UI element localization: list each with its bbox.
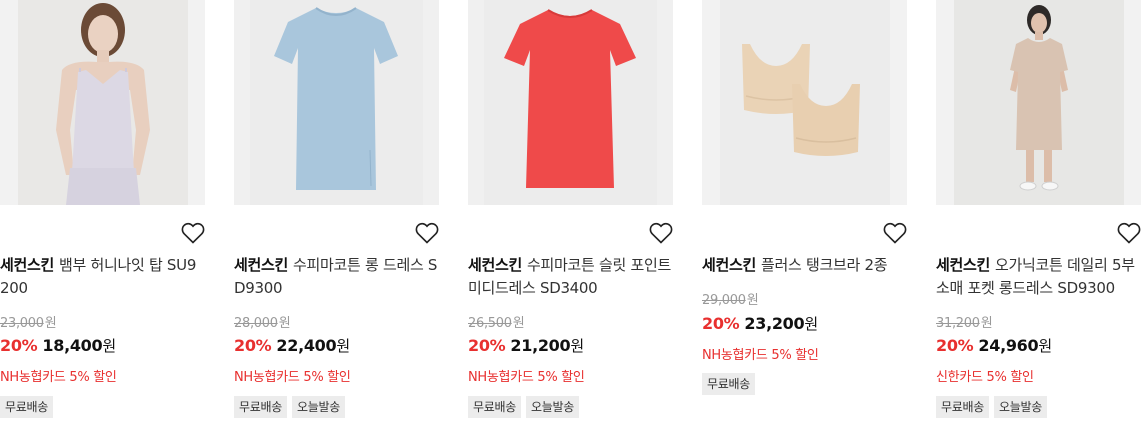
product-card[interactable]: 세컨스킨 오가닉코튼 데일리 5부소매 포켓 롱드레스 SD9300 31,200… <box>936 0 1141 427</box>
product-title[interactable]: 세컨스킨 수피마코튼 롱 드레스 SD9300 <box>234 254 439 300</box>
product-card[interactable]: 세컨스킨 수피마코튼 슬릿 포인트 미디드레스 SD3400 26,500원 20… <box>468 0 673 427</box>
product-image[interactable] <box>936 0 1141 205</box>
product-card[interactable]: 세컨스킨 플러스 탱크브라 2종 29,000원 20% 23,200원 NH농협카… <box>702 0 907 427</box>
discount-rate: 20% <box>936 336 974 355</box>
product-title[interactable]: 세컨스킨 수피마코튼 슬릿 포인트 미디드레스 SD3400 <box>468 254 673 300</box>
currency-unit: 원 <box>804 315 818 333</box>
product-title[interactable]: 세컨스킨 오가닉코튼 데일리 5부소매 포켓 롱드레스 SD9300 <box>936 254 1141 300</box>
free-shipping-badge: 무료배송 <box>702 373 755 395</box>
product-title[interactable]: 세컨스킨 뱀부 허니나잇 탑 SU9200 <box>0 254 205 300</box>
product-image[interactable] <box>702 0 907 205</box>
same-day-dispatch-badge: 오늘발송 <box>291 396 345 418</box>
original-price: 31,200원 <box>936 312 993 331</box>
free-shipping-badge: 무료배송 <box>936 396 989 418</box>
product-title[interactable]: 세컨스킨 플러스 탱크브라 2종 <box>702 254 907 277</box>
original-price-value: 23,000 <box>0 316 44 331</box>
badge-list: 무료배송 오늘발송 <box>234 396 345 418</box>
badge-list: 무료배송 <box>702 373 755 395</box>
product-card[interactable]: 세컨스킨 뱀부 허니나잇 탑 SU9200 23,000원 20% 18,400원 … <box>0 0 205 427</box>
sale-price-value: 18,400 <box>42 336 103 355</box>
original-price-value: 31,200 <box>936 316 980 331</box>
currency-unit: 원 <box>102 337 116 355</box>
brand-name: 세컨스킨 <box>468 256 523 274</box>
original-price-value: 28,000 <box>234 316 278 331</box>
product-photo-woman-long-dress <box>936 0 1141 205</box>
sale-price: 20% 23,200원 <box>702 313 818 334</box>
wishlist-heart-icon[interactable] <box>649 222 673 244</box>
product-image[interactable] <box>468 0 673 205</box>
free-shipping-badge: 무료배송 <box>234 396 287 418</box>
currency-unit: 원 <box>512 316 525 331</box>
original-price: 29,000원 <box>702 289 759 308</box>
product-photo-blue-long-dress <box>234 0 439 205</box>
card-discount-text: NH농협카드 5% 할인 <box>0 370 117 385</box>
original-price-value: 29,000 <box>702 293 746 308</box>
sale-price-value: 22,400 <box>276 336 337 355</box>
free-shipping-badge: 무료배송 <box>0 396 53 418</box>
currency-unit: 원 <box>278 316 291 331</box>
original-price-value: 26,500 <box>468 316 512 331</box>
sale-price: 20% 18,400원 <box>0 335 116 356</box>
badge-list: 무료배송 오늘발송 <box>936 396 1047 418</box>
card-discount-text: NH농협카드 5% 할인 <box>468 370 585 385</box>
brand-name: 세컨스킨 <box>702 256 757 274</box>
discount-rate: 20% <box>702 314 740 333</box>
currency-unit: 원 <box>980 316 993 331</box>
original-price: 26,500원 <box>468 312 525 331</box>
sale-price: 20% 22,400원 <box>234 335 350 356</box>
product-name: 플러스 탱크브라 2종 <box>761 256 888 274</box>
sale-price-value: 23,200 <box>744 314 805 333</box>
card-discount-text: NH농협카드 5% 할인 <box>702 348 819 363</box>
product-photo-beige-tank-bras <box>702 0 907 205</box>
brand-name: 세컨스킨 <box>0 256 55 274</box>
sale-price: 20% 24,960원 <box>936 335 1052 356</box>
badge-list: 무료배송 <box>0 396 53 418</box>
currency-unit: 원 <box>336 337 350 355</box>
product-image[interactable] <box>0 0 205 205</box>
sale-price: 20% 21,200원 <box>468 335 584 356</box>
sale-price-value: 21,200 <box>510 336 571 355</box>
badge-list: 무료배송 오늘발송 <box>468 396 579 418</box>
currency-unit: 원 <box>44 316 57 331</box>
card-discount-text: NH농협카드 5% 할인 <box>234 370 351 385</box>
product-card[interactable]: 세컨스킨 수피마코튼 롱 드레스 SD9300 28,000원 20% 22,400… <box>234 0 439 427</box>
product-photo-red-midi-dress <box>468 0 673 205</box>
wishlist-heart-icon[interactable] <box>415 222 439 244</box>
same-day-dispatch-badge: 오늘발송 <box>993 396 1047 418</box>
wishlist-heart-icon[interactable] <box>883 222 907 244</box>
currency-unit: 원 <box>746 293 759 308</box>
discount-rate: 20% <box>468 336 506 355</box>
brand-name: 세컨스킨 <box>234 256 289 274</box>
same-day-dispatch-badge: 오늘발송 <box>525 396 579 418</box>
card-discount-text: 신한카드 5% 할인 <box>936 370 1034 385</box>
brand-name: 세컨스킨 <box>936 256 991 274</box>
currency-unit: 원 <box>570 337 584 355</box>
product-photo-woman-camisole <box>0 0 205 205</box>
wishlist-heart-icon[interactable] <box>181 222 205 244</box>
wishlist-heart-icon[interactable] <box>1117 222 1141 244</box>
discount-rate: 20% <box>234 336 272 355</box>
original-price: 23,000원 <box>0 312 57 331</box>
currency-unit: 원 <box>1038 337 1052 355</box>
original-price: 28,000원 <box>234 312 291 331</box>
sale-price-value: 24,960 <box>978 336 1039 355</box>
free-shipping-badge: 무료배송 <box>468 396 521 418</box>
discount-rate: 20% <box>0 336 38 355</box>
product-image[interactable] <box>234 0 439 205</box>
